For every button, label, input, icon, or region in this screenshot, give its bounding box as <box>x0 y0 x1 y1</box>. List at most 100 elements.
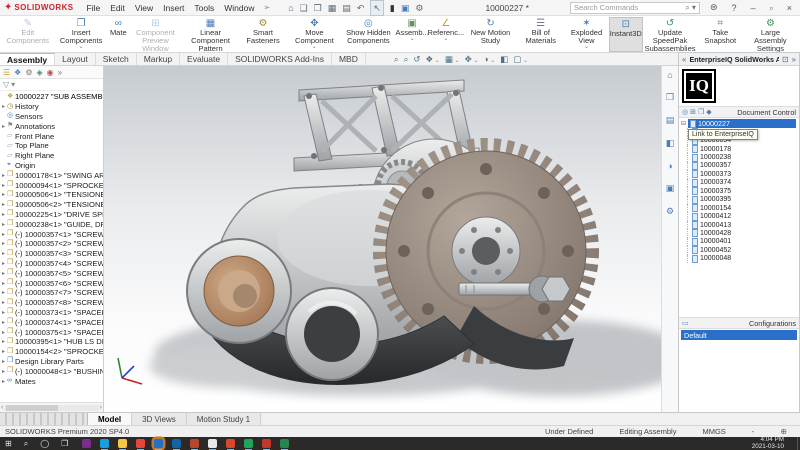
iq-document-item[interactable]: 10000412 <box>681 212 799 220</box>
command-button[interactable]: Linear Component Pattern <box>183 17 238 52</box>
taskbar-app-icon[interactable] <box>172 439 181 448</box>
command-button[interactable]: Smart Fasteners <box>238 17 288 52</box>
tree-root-item[interactable]: 10000227 "SUB ASSEMBLY, LH <box>0 92 103 102</box>
ribbon-tab[interactable]: Markup <box>137 53 180 65</box>
quick-access-icon[interactable]: ❏ <box>300 1 308 15</box>
scroll-right-icon[interactable]: › <box>100 404 102 411</box>
command-button[interactable]: Show Hidden Components <box>341 17 396 52</box>
command-button[interactable]: Exploded View <box>564 17 609 52</box>
tree-item[interactable]: 10000225<1> "DRIVE SPRC <box>0 210 103 220</box>
quick-access-icon[interactable]: ▮ <box>390 1 395 15</box>
tree-item[interactable]: (-) 10000357<4> "SCREW, <box>0 259 103 269</box>
splitter-handle[interactable] <box>0 413 88 425</box>
ribbon-tab[interactable]: SOLIDWORKS Add-Ins <box>228 53 332 65</box>
document-control-icon[interactable]: ❒ <box>698 108 704 116</box>
quick-access-icon[interactable]: ⌂ <box>288 1 293 15</box>
document-control-icon[interactable]: ◆ <box>706 108 711 116</box>
tree-item[interactable]: 10000094<1> "SPROCKET, <box>0 180 103 190</box>
iq-document-item[interactable]: 10000401 <box>681 238 799 246</box>
iq-document-item[interactable]: 10000238 <box>681 153 799 161</box>
taskbar-app-icon[interactable] <box>226 439 235 448</box>
tree-item[interactable]: Front Plane <box>0 131 103 141</box>
quick-access-icon[interactable]: ⚙ <box>415 1 423 15</box>
task-pane-icon[interactable]: ◧ <box>666 138 675 149</box>
quick-access-icon[interactable]: ❐ <box>314 1 322 15</box>
iq-document-item[interactable]: 10000357 <box>681 162 799 170</box>
taskbar-app-icon[interactable] <box>208 439 217 448</box>
menu-item[interactable]: Edit <box>105 3 130 13</box>
tree-item[interactable]: (-) 10000357<8> "SCREW, <box>0 298 103 308</box>
view-tool-icon[interactable]: ◧ <box>500 54 508 65</box>
view-tool-icon[interactable]: ▢ <box>513 54 528 65</box>
scroll-left-icon[interactable]: ‹ <box>1 404 3 411</box>
command-button[interactable]: Update SpeedPak Subassemblies <box>643 17 698 52</box>
help-icon[interactable]: ⊜ <box>706 2 722 13</box>
view-tool-icon[interactable]: ⌕ <box>404 54 409 65</box>
feature-manager-tab-icon[interactable]: ☰ <box>3 68 10 77</box>
taskbar-app-icon[interactable] <box>280 439 289 448</box>
menu-item[interactable]: Insert <box>158 3 189 13</box>
bottom-tab[interactable]: Model <box>88 413 132 425</box>
pin-panel-icon[interactable]: ⊡ <box>782 55 789 64</box>
taskbar-app-icon[interactable] <box>136 439 145 448</box>
taskbar-app-icon[interactable] <box>262 439 271 448</box>
command-button[interactable]: Component Preview Window <box>128 17 183 52</box>
tree-item[interactable]: Sensors <box>0 112 103 122</box>
tree-item[interactable]: 10000395<1> "HUB LS DR <box>0 337 103 347</box>
taskbar-clock[interactable]: 4:04 PM 2021-03-10 <box>752 437 790 450</box>
command-button[interactable]: Bill of Materials <box>518 17 564 52</box>
tree-item[interactable]: 10000154<2> "SPROCKET <box>0 347 103 357</box>
ribbon-tab[interactable]: Layout <box>55 53 96 65</box>
taskbar-app-icon[interactable] <box>82 439 91 448</box>
tree-item[interactable]: Design Library Parts <box>0 357 103 367</box>
pin-menu-icon[interactable]: ➣ <box>263 3 270 12</box>
menu-item[interactable]: File <box>82 3 106 13</box>
tree-item[interactable]: 10000238<1> "GUIDE, DRI" <box>0 219 103 229</box>
ribbon-tab[interactable]: Sketch <box>96 53 137 65</box>
command-button[interactable]: Instant3D <box>609 17 642 52</box>
taskbar-app-icon[interactable] <box>244 439 253 448</box>
view-tool-icon[interactable]: ⌕ <box>394 54 399 65</box>
iq-document-item[interactable]: 10000374 <box>681 179 799 187</box>
tree-item[interactable]: (-) 10000357<7> "SCREW, <box>0 288 103 298</box>
view-tool-icon[interactable]: ↺ <box>413 54 420 65</box>
menu-item[interactable]: Window <box>219 3 259 13</box>
ribbon-tab[interactable]: Evaluate <box>180 53 228 65</box>
feature-manager-tab-icon[interactable]: ⚙ <box>25 68 32 77</box>
tree-item[interactable]: Annotations <box>0 121 103 131</box>
feature-manager-tab-icon[interactable]: ◉ <box>47 68 54 77</box>
tree-item[interactable]: History <box>0 102 103 112</box>
minimize-button[interactable]: – <box>747 3 760 13</box>
bottom-tab[interactable]: 3D Views <box>132 413 187 425</box>
command-button[interactable]: Insert Components <box>54 17 109 52</box>
filter-icon[interactable]: ▽ <box>3 80 9 89</box>
question-icon[interactable]: ? <box>728 3 741 13</box>
iq-document-item[interactable]: 10000395 <box>681 196 799 204</box>
iq-document-item[interactable]: 10000178 <box>681 145 799 153</box>
search-icon[interactable]: ⌕ ▾ <box>685 3 696 13</box>
task-pane-icon[interactable]: ❒ <box>666 92 674 103</box>
tree-horizontal-scrollbar[interactable]: ‹ › <box>0 402 103 412</box>
taskbar-app-icon[interactable] <box>100 439 109 448</box>
scrollbar-thumb[interactable] <box>6 405 58 411</box>
restore-button[interactable]: ▫ <box>766 3 777 13</box>
command-button[interactable]: Assemb... <box>396 17 428 52</box>
command-button[interactable]: Large Assembly Settings <box>743 17 798 52</box>
taskbar-app-icon[interactable] <box>154 439 163 448</box>
taskbar-system-icon[interactable]: ◯ <box>37 439 52 449</box>
tree-item[interactable]: (-) 10000373<1> "SPACER, <box>0 308 103 318</box>
task-pane-icon[interactable]: ⚙ <box>666 206 674 217</box>
tree-item[interactable]: (-) 10000357<6> "SCREW, <box>0 278 103 288</box>
iq-document-item[interactable]: 10000048 <box>681 255 799 263</box>
units-icon[interactable]: ⊕ <box>780 427 787 436</box>
view-tool-icon[interactable]: ▦ <box>445 54 460 65</box>
iq-document-item[interactable]: 10000452 <box>681 246 799 254</box>
iq-document-item[interactable]: 10000373 <box>681 170 799 178</box>
iq-document-item[interactable]: 10000413 <box>681 221 799 229</box>
quick-access-icon[interactable]: ▦ <box>328 1 337 15</box>
command-button[interactable]: Referenc... <box>428 17 463 52</box>
iq-document-item[interactable]: 10000154 <box>681 204 799 212</box>
assembly-model[interactable] <box>104 66 661 412</box>
view-tool-icon[interactable]: ◑ <box>483 54 495 64</box>
tree-item[interactable]: (-) 10000375<1> "SPACER, <box>0 327 103 337</box>
